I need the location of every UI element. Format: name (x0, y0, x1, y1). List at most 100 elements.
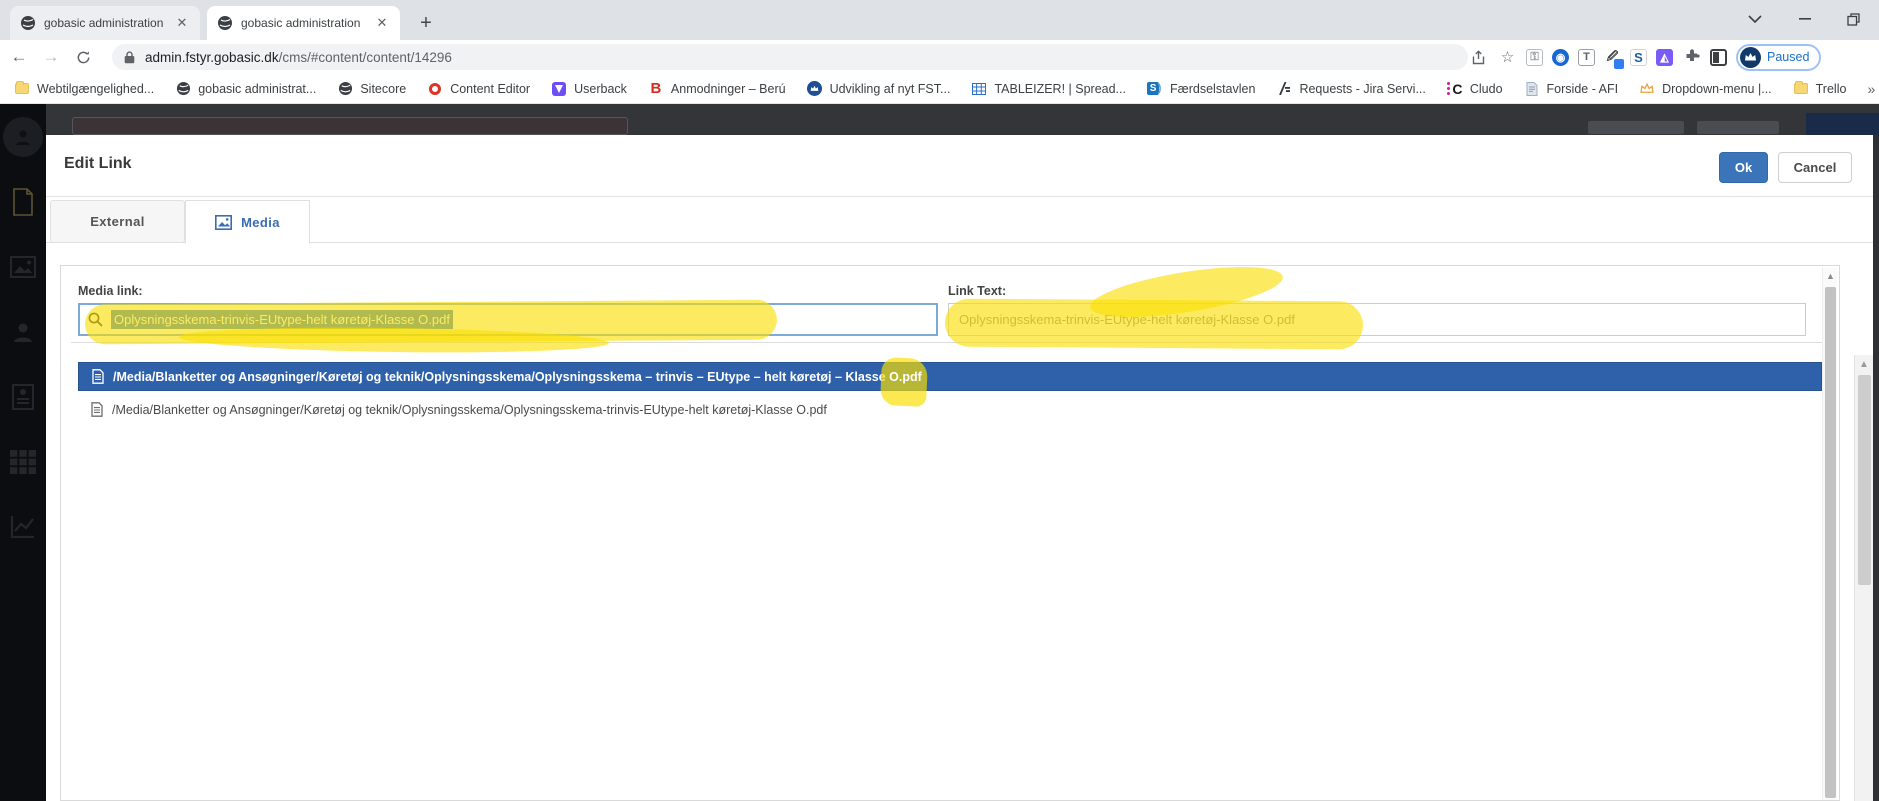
cancel-button[interactable]: Cancel (1778, 152, 1852, 183)
browser-toolbar: ← → admin.fstyr.gobasic.dk/cms/#content/… (0, 40, 1879, 74)
profile-status-label: Paused (1767, 50, 1810, 64)
profile-chip[interactable]: Paused (1736, 43, 1822, 71)
tab-title: gobasic administration (44, 16, 164, 30)
new-tab-button[interactable]: + (412, 10, 440, 38)
tab-media[interactable]: Media (185, 200, 310, 244)
media-link-input[interactable]: Oplysningsskema-trinvis-EUtype-helt køre… (78, 303, 938, 336)
crown-gold-icon (1639, 81, 1655, 97)
sidebar-item-media[interactable] (0, 234, 46, 299)
window-chevron-icon[interactable] (1740, 6, 1770, 32)
sidebar-item-documents[interactable] (0, 169, 46, 234)
bookmark-forside-afi[interactable]: Forside - AFI (1524, 81, 1618, 97)
sidebar-item-analytics[interactable] (0, 494, 46, 559)
url-path: /cms/#content/content/14296 (278, 49, 452, 65)
address-bar[interactable]: admin.fstyr.gobasic.dk/cms/#content/cont… (112, 44, 1468, 70)
extension-key-icon[interactable]: ⚿ (1526, 48, 1543, 66)
media-picker-panel: Media link: Oplysningsskema-trinvis-EUty… (60, 256, 1840, 801)
extension-userback-icon[interactable]: ◭ (1656, 48, 1673, 66)
link-text-input[interactable] (948, 303, 1806, 336)
page-behind-overlay (46, 104, 1879, 135)
page-behind-button (1588, 121, 1684, 134)
extension-t-icon[interactable]: T (1578, 48, 1595, 66)
window-minimize-icon[interactable] (1790, 6, 1820, 32)
ok-button[interactable]: Ok (1719, 152, 1768, 183)
browser-tab-1[interactable]: gobasic administration ✕ (10, 6, 200, 40)
bookmark-anmodninger[interactable]: B Anmodninger – Berú (648, 80, 785, 97)
bookmark-tableizer[interactable]: TABLEIZER! | Spread... (971, 81, 1126, 97)
page-behind-right-strip (1873, 135, 1879, 801)
sidebar-profile-avatar[interactable] (0, 104, 46, 169)
media-link-label: Media link: (78, 284, 143, 298)
url-domain: admin.fstyr.gobasic.dk (145, 49, 279, 65)
bookmarks-overflow-chevron[interactable]: » (1867, 81, 1875, 97)
cms-left-sidebar (0, 104, 46, 801)
page-icon (1524, 81, 1540, 97)
cludo-icon: C (1447, 81, 1463, 97)
bookmark-cludo[interactable]: C Cludo (1447, 81, 1503, 97)
extensions-puzzle-icon[interactable] (1682, 48, 1701, 67)
globe-icon (337, 81, 353, 97)
document-icon (92, 369, 104, 384)
dialog-tab-strip: External Media (46, 200, 1873, 244)
bookmark-dropdown-menu[interactable]: Dropdown-menu |... (1639, 81, 1772, 97)
dialog-header: Edit Link Ok Cancel (46, 135, 1873, 197)
scroll-up-icon[interactable]: ▲ (1823, 271, 1838, 281)
link-text-label: Link Text: (948, 284, 1007, 298)
bookmark-gobasic-administrat[interactable]: gobasic administrat... (175, 81, 316, 97)
bookmarks-bar: Webtilgængelighed... gobasic administrat… (0, 74, 1879, 104)
tab-close-icon[interactable]: ✕ (374, 15, 390, 31)
globe-icon (175, 81, 191, 97)
globe-favicon (217, 15, 233, 31)
red-ring-icon (427, 81, 443, 97)
edit-link-dialog: Edit Link Ok Cancel External Media Media… (46, 135, 1873, 801)
tab-close-icon[interactable]: ✕ (174, 15, 190, 31)
bookmark-jira-requests[interactable]: Requests - Jira Servi... (1276, 81, 1426, 97)
bookmark-sitecore[interactable]: Sitecore (337, 81, 406, 97)
panel-scrollbar[interactable]: ▲ (1822, 268, 1837, 800)
back-button[interactable]: ← (6, 44, 32, 70)
media-result-row[interactable]: /Media/Blanketter og Ansøgninger/Køretøj… (78, 395, 1822, 424)
media-result-path: /Media/Blanketter og Ansøgninger/Køretøj… (113, 369, 922, 384)
reload-button[interactable] (70, 44, 96, 70)
bookmark-faerdselstavlen[interactable]: S Færdselstavlen (1146, 81, 1255, 97)
window-restore-icon[interactable] (1838, 6, 1868, 32)
scroll-up-icon[interactable]: ▲ (1855, 359, 1873, 370)
extension-s-icon[interactable]: S (1630, 48, 1647, 66)
bookmark-udvikling-fst[interactable]: Udvikling af nyt FST... (807, 81, 950, 97)
bookmark-content-editor[interactable]: Content Editor (427, 81, 530, 97)
scrollbar-thumb[interactable] (1858, 375, 1871, 585)
browser-tab-2-active[interactable]: gobasic administration ✕ (207, 6, 400, 40)
extension-aperture-icon[interactable]: ◉ (1552, 48, 1569, 66)
dialog-body: Media link: Oplysningsskema-trinvis-EUty… (46, 243, 1873, 801)
extension-eyedropper-icon[interactable]: 🖉 (1604, 49, 1624, 69)
bookmark-trello[interactable]: Trello (1793, 81, 1846, 97)
jira-icon (1276, 81, 1292, 97)
scrollbar-thumb[interactable] (1825, 287, 1836, 798)
page-behind-button (1697, 121, 1779, 134)
avatar-icon (3, 116, 43, 157)
search-icon (88, 312, 103, 327)
dialog-scrollbar[interactable]: ▲ (1854, 355, 1873, 801)
folder-icon (1793, 81, 1809, 97)
reading-mode-icon[interactable] (1710, 48, 1727, 66)
userback-icon (551, 81, 567, 97)
lock-icon[interactable] (124, 50, 135, 64)
sidebar-item-grid[interactable] (0, 429, 46, 494)
forward-button[interactable]: → (38, 44, 64, 70)
results-divider (71, 342, 1823, 343)
media-result-row-selected[interactable]: /Media/Blanketter og Ansøgninger/Køretøj… (78, 362, 1822, 391)
bookmark-star-icon[interactable]: ☆ (1498, 48, 1517, 67)
media-result-path: /Media/Blanketter og Ansøgninger/Køretøj… (112, 402, 827, 417)
bookmark-webtilgaengelighed[interactable]: Webtilgængelighed... (14, 81, 154, 97)
dialog-title: Edit Link (64, 155, 132, 172)
tab-external[interactable]: External (50, 200, 185, 243)
sidebar-item-profile-card[interactable] (0, 364, 46, 429)
highlighted-filename: O.pdf (889, 369, 922, 384)
tab-title: gobasic administration (241, 16, 361, 30)
red-b-icon: B (650, 80, 662, 97)
share-icon[interactable] (1470, 48, 1489, 67)
globe-favicon (20, 15, 36, 31)
screen: gobasic administration ✕ gobasic adminis… (0, 0, 1879, 801)
sidebar-item-users[interactable] (0, 299, 46, 364)
bookmark-userback[interactable]: Userback (551, 81, 627, 97)
